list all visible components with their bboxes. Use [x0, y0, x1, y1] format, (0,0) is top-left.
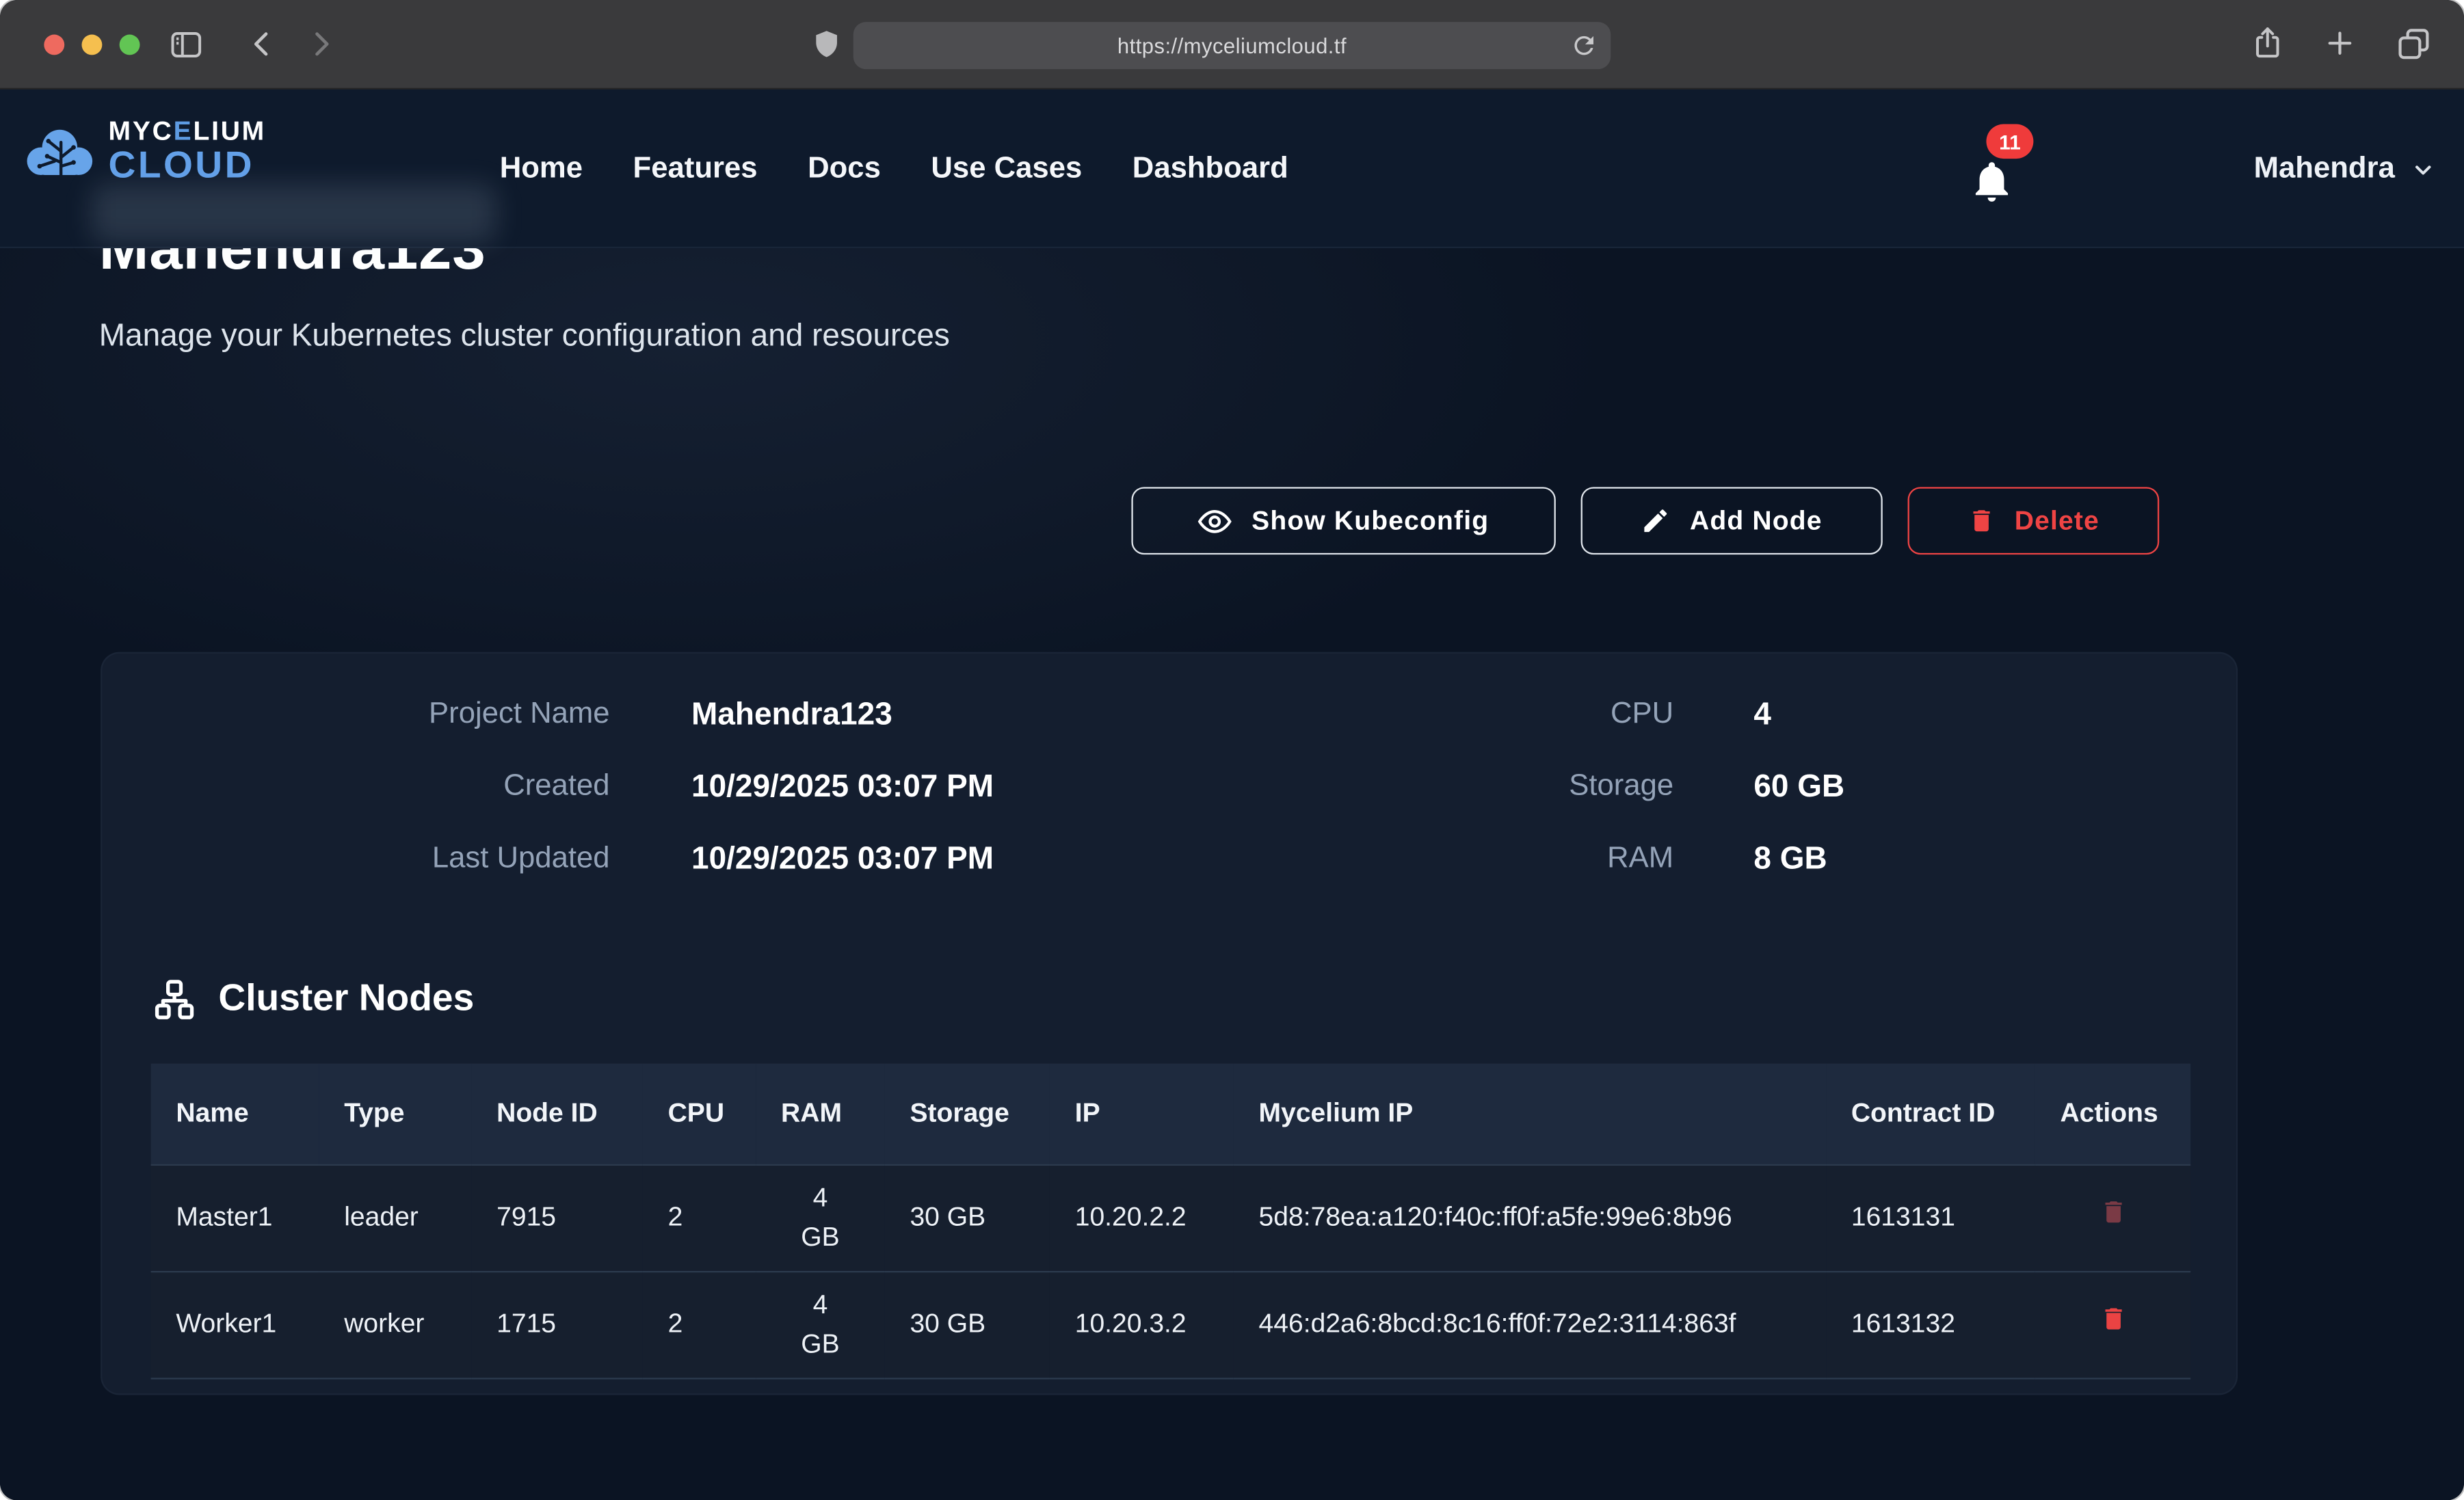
cluster-details-card: Project Name Mahendra123 Created 10/29/2…	[101, 652, 2238, 1395]
back-icon[interactable]	[245, 27, 280, 62]
nav-link-docs[interactable]: Docs	[808, 152, 881, 187]
info-label: CPU	[1375, 697, 1674, 732]
cell-node-id: 1715	[471, 1271, 642, 1378]
main-navigation: Home Features Docs Use Cases Dashboard	[500, 90, 1288, 248]
cluster-actions: Show Kubeconfig Add Node Delete	[1131, 487, 2159, 554]
column-header-node-id: Node ID	[471, 1064, 642, 1164]
site-navbar: MYCELIUM CLOUD Home Features Docs Use Ca…	[0, 90, 2464, 248]
cell-mycelium-ip: 5d8:78ea:a120:f40c:ff0f:a5fe:99e6:8b96	[1234, 1164, 1826, 1271]
cell-cpu: 2	[643, 1164, 756, 1271]
url-text: https://myceliumcloud.tf	[1117, 34, 1347, 57]
column-header-contract-id: Contract ID	[1826, 1064, 2035, 1164]
cluster-nodes-heading: Cluster Nodes	[153, 977, 474, 1021]
delete-node-button[interactable]	[2099, 1304, 2127, 1334]
info-value: 10/29/2025 03:07 PM	[691, 770, 994, 805]
cell-type: worker	[319, 1271, 471, 1378]
column-header-storage: Storage	[885, 1064, 1050, 1164]
cell-ram: 4 GB	[756, 1164, 884, 1271]
cluster-nodes-table: Name Type Node ID CPU RAM Storage IP Myc…	[151, 1064, 2191, 1379]
chevron-down-icon	[2411, 157, 2436, 182]
logo[interactable]: MYCELIUM CLOUD	[22, 118, 266, 185]
column-header-ip: IP	[1050, 1064, 1234, 1164]
add-node-button[interactable]: Add Node	[1581, 487, 1883, 554]
info-label: Project Name	[259, 697, 609, 732]
cell-contract-id: 1613131	[1826, 1164, 2035, 1271]
delete-node-button-disabled[interactable]	[2099, 1196, 2127, 1227]
info-value: Mahendra123	[691, 697, 994, 732]
cell-ip: 10.20.3.2	[1050, 1271, 1234, 1378]
column-header-ram: RAM	[756, 1064, 884, 1164]
address-bar[interactable]: https://myceliumcloud.tf	[853, 22, 1611, 69]
user-name: Mahendra	[2254, 152, 2395, 187]
minimize-window-button[interactable]	[81, 35, 102, 55]
page-subtitle: Manage your Kubernetes cluster configura…	[99, 319, 950, 355]
info-label: Last Updated	[259, 842, 609, 877]
project-info-right: CPU 4 Storage 60 GB RAM 8 GB	[1375, 697, 1845, 876]
share-icon[interactable]	[2250, 23, 2285, 62]
user-menu[interactable]: Mahendra	[2254, 90, 2436, 248]
info-value: 60 GB	[1753, 770, 1844, 805]
pencil-icon	[1641, 506, 1671, 536]
trash-icon	[1968, 506, 1996, 536]
traffic-lights	[44, 35, 140, 55]
table-header-row: Name Type Node ID CPU RAM Storage IP Myc…	[151, 1064, 2191, 1164]
info-label: Storage	[1375, 770, 1674, 805]
table-row: Worker1 worker 1715 2 4 GB 30 GB 10.20.3…	[151, 1271, 2191, 1378]
tab-overview-icon[interactable]	[2395, 23, 2433, 62]
column-header-actions: Actions	[2035, 1064, 2190, 1164]
reload-icon[interactable]	[1570, 31, 1598, 59]
info-label: RAM	[1375, 842, 1674, 877]
mycelium-cloud-logo-icon	[22, 122, 97, 181]
nav-link-dashboard[interactable]: Dashboard	[1132, 152, 1288, 187]
cell-mycelium-ip: 446:d2a6:8bcd:8c16:ff0f:72e2:3114:863f	[1234, 1271, 1826, 1378]
info-value: 10/29/2025 03:07 PM	[691, 842, 994, 877]
nav-link-features[interactable]: Features	[633, 152, 758, 187]
column-header-mycelium-ip: Mycelium IP	[1234, 1064, 1826, 1164]
table-row: Master1 leader 7915 2 4 GB 30 GB 10.20.2…	[151, 1164, 2191, 1271]
cell-name: Worker1	[151, 1271, 319, 1378]
cell-storage: 30 GB	[885, 1271, 1050, 1378]
logo-text: MYCELIUM CLOUD	[109, 118, 266, 185]
cell-name: Master1	[151, 1164, 319, 1271]
cell-storage: 30 GB	[885, 1164, 1050, 1271]
bell-icon	[1970, 159, 2013, 204]
blurred-title-artifact	[91, 184, 496, 243]
forward-icon[interactable]	[303, 27, 338, 62]
nav-link-home[interactable]: Home	[500, 152, 583, 187]
column-header-cpu: CPU	[643, 1064, 756, 1164]
eye-icon	[1198, 503, 1233, 538]
project-info-left: Project Name Mahendra123 Created 10/29/2…	[259, 697, 994, 876]
column-header-name: Name	[151, 1064, 319, 1164]
browser-window: https://myceliumcloud.tf	[0, 0, 2464, 1500]
info-value: 8 GB	[1753, 842, 1844, 877]
notification-badge: 11	[1986, 124, 2033, 159]
column-header-type: Type	[319, 1064, 471, 1164]
delete-cluster-button[interactable]: Delete	[1908, 487, 2160, 554]
info-label: Created	[259, 770, 609, 805]
cell-ip: 10.20.2.2	[1050, 1164, 1234, 1271]
cell-actions	[2035, 1164, 2190, 1271]
nav-link-use-cases[interactable]: Use Cases	[931, 152, 1082, 187]
notifications-button[interactable]: 11	[1964, 131, 2043, 219]
network-icon	[153, 977, 196, 1021]
info-value: 4	[1753, 697, 1844, 732]
browser-toolbar: https://myceliumcloud.tf	[0, 0, 2464, 90]
cluster-nodes-title: Cluster Nodes	[218, 977, 474, 1021]
toolbar-right-icons	[2250, 23, 2433, 62]
close-window-button[interactable]	[44, 35, 64, 55]
sidebar-toggle-icon[interactable]	[168, 27, 204, 63]
zoom-window-button[interactable]	[120, 35, 140, 55]
cell-type: leader	[319, 1164, 471, 1271]
shield-icon[interactable]	[811, 27, 843, 62]
cell-contract-id: 1613132	[1826, 1271, 2035, 1378]
show-kubeconfig-button[interactable]: Show Kubeconfig	[1131, 487, 1555, 554]
cell-cpu: 2	[643, 1271, 756, 1378]
cell-node-id: 7915	[471, 1164, 642, 1271]
cell-actions	[2035, 1271, 2190, 1378]
cell-ram: 4 GB	[756, 1271, 884, 1378]
new-tab-icon[interactable]	[2322, 23, 2357, 62]
page-content: Mahendra123 Manage your Kubernetes clust…	[0, 90, 2464, 1500]
